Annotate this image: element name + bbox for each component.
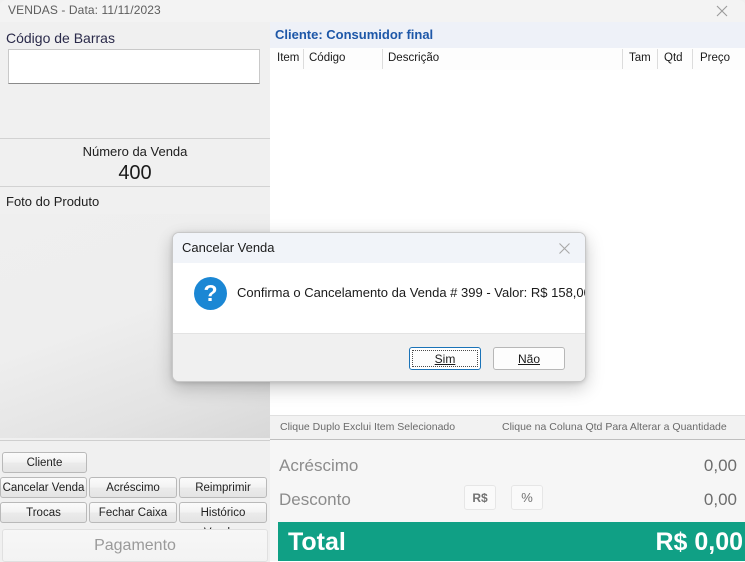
dialog-footer: Sim Não [173, 333, 585, 381]
column-header-descricao[interactable]: Descrição [388, 52, 439, 64]
cancelar-venda-dialog: Cancelar Venda ? Confirma o Cancelamento… [172, 232, 586, 382]
column-header-qtd[interactable]: Qtd [664, 52, 683, 64]
column-separator-3 [622, 49, 623, 69]
totals-panel: Acréscimo 0,00 Desconto 0,00 R$ % Total … [270, 440, 745, 561]
total-bar: Total R$ 0,00 [278, 522, 745, 561]
dialog-title: Cancelar Venda [182, 240, 275, 255]
client-label: Cliente: Consumidor final [275, 27, 434, 42]
column-separator-5 [692, 49, 693, 69]
hint-delete-item: Clique Duplo Exclui Item Selecionado [280, 421, 456, 433]
acrescimo-label: Acréscimo [279, 456, 359, 475]
reimprimir-button[interactable]: Reimprimir [179, 477, 267, 498]
close-icon [558, 242, 570, 254]
total-value: R$ 0,00 [655, 528, 743, 556]
divider-top [0, 138, 270, 139]
dialog-cancel-label: Não [517, 351, 540, 366]
client-bar[interactable]: Cliente: Consumidor final [270, 22, 745, 48]
acrescimo-button[interactable]: Acréscimo [89, 477, 177, 498]
window-title: VENDAS - Data: 11/11/2023 [8, 3, 161, 17]
close-icon [716, 5, 728, 17]
dialog-titlebar: Cancelar Venda [173, 233, 585, 263]
sale-number-value: 400 [118, 162, 152, 184]
historico-vendas-button[interactable]: Histórico Vendas [179, 502, 267, 539]
dialog-confirm-label: Sim [434, 351, 456, 366]
dialog-cancel-button[interactable]: Não [493, 347, 565, 370]
window-titlebar: VENDAS - Data: 11/11/2023 [0, 0, 745, 22]
total-label: Total [288, 528, 346, 556]
fechar-caixa-button[interactable]: Fechar Caixa [89, 502, 177, 523]
barcode-label: Código de Barras [6, 30, 115, 46]
column-separator-4 [657, 49, 658, 69]
column-header-preco[interactable]: Preço [700, 52, 730, 64]
window-close-button[interactable] [699, 0, 745, 22]
sale-number-label: Número da Venda [82, 144, 188, 159]
dialog-confirm-button[interactable]: Sim [409, 347, 481, 370]
cancelar-venda-button[interactable]: Cancelar Venda [0, 477, 87, 498]
question-icon: ? [194, 277, 227, 310]
desconto-value[interactable]: 0,00 [704, 490, 737, 510]
trocas-button[interactable]: Trocas [0, 502, 87, 523]
column-header-item[interactable]: Item [277, 52, 299, 64]
action-button-panel: Cliente Cancelar Venda Acréscimo Reimpri… [0, 440, 270, 562]
dialog-message: Confirma o Cancelamento da Venda # 399 -… [237, 285, 586, 300]
discount-percent-button[interactable]: % [511, 485, 543, 510]
vendas-window: VENDAS - Data: 11/11/2023 Código de Barr… [0, 0, 745, 562]
items-grid-header: Item Código Descrição Tam Qtd Preço [270, 48, 745, 71]
barcode-input[interactable] [8, 49, 260, 84]
cliente-button[interactable]: Cliente [2, 452, 87, 473]
desconto-label: Desconto [279, 490, 351, 509]
discount-currency-button[interactable]: R$ [464, 485, 496, 510]
hints-strip: Clique Duplo Exclui Item Selecionado Cli… [270, 415, 745, 440]
column-header-tam[interactable]: Tam [629, 52, 651, 64]
column-header-codigo[interactable]: Código [309, 52, 345, 64]
column-separator-2 [382, 49, 383, 69]
dialog-body: ? Confirma o Cancelamento da Venda # 399… [173, 263, 585, 333]
product-photo-label: Foto do Produto [6, 194, 100, 209]
hint-change-quantity: Clique na Coluna Qtd Para Alterar a Quan… [502, 421, 727, 433]
divider-bottom [0, 186, 270, 187]
pagamento-button[interactable]: Pagamento [2, 529, 268, 562]
acrescimo-value[interactable]: 0,00 [704, 456, 737, 476]
dialog-close-button[interactable] [543, 233, 585, 263]
column-separator-1 [303, 49, 304, 69]
